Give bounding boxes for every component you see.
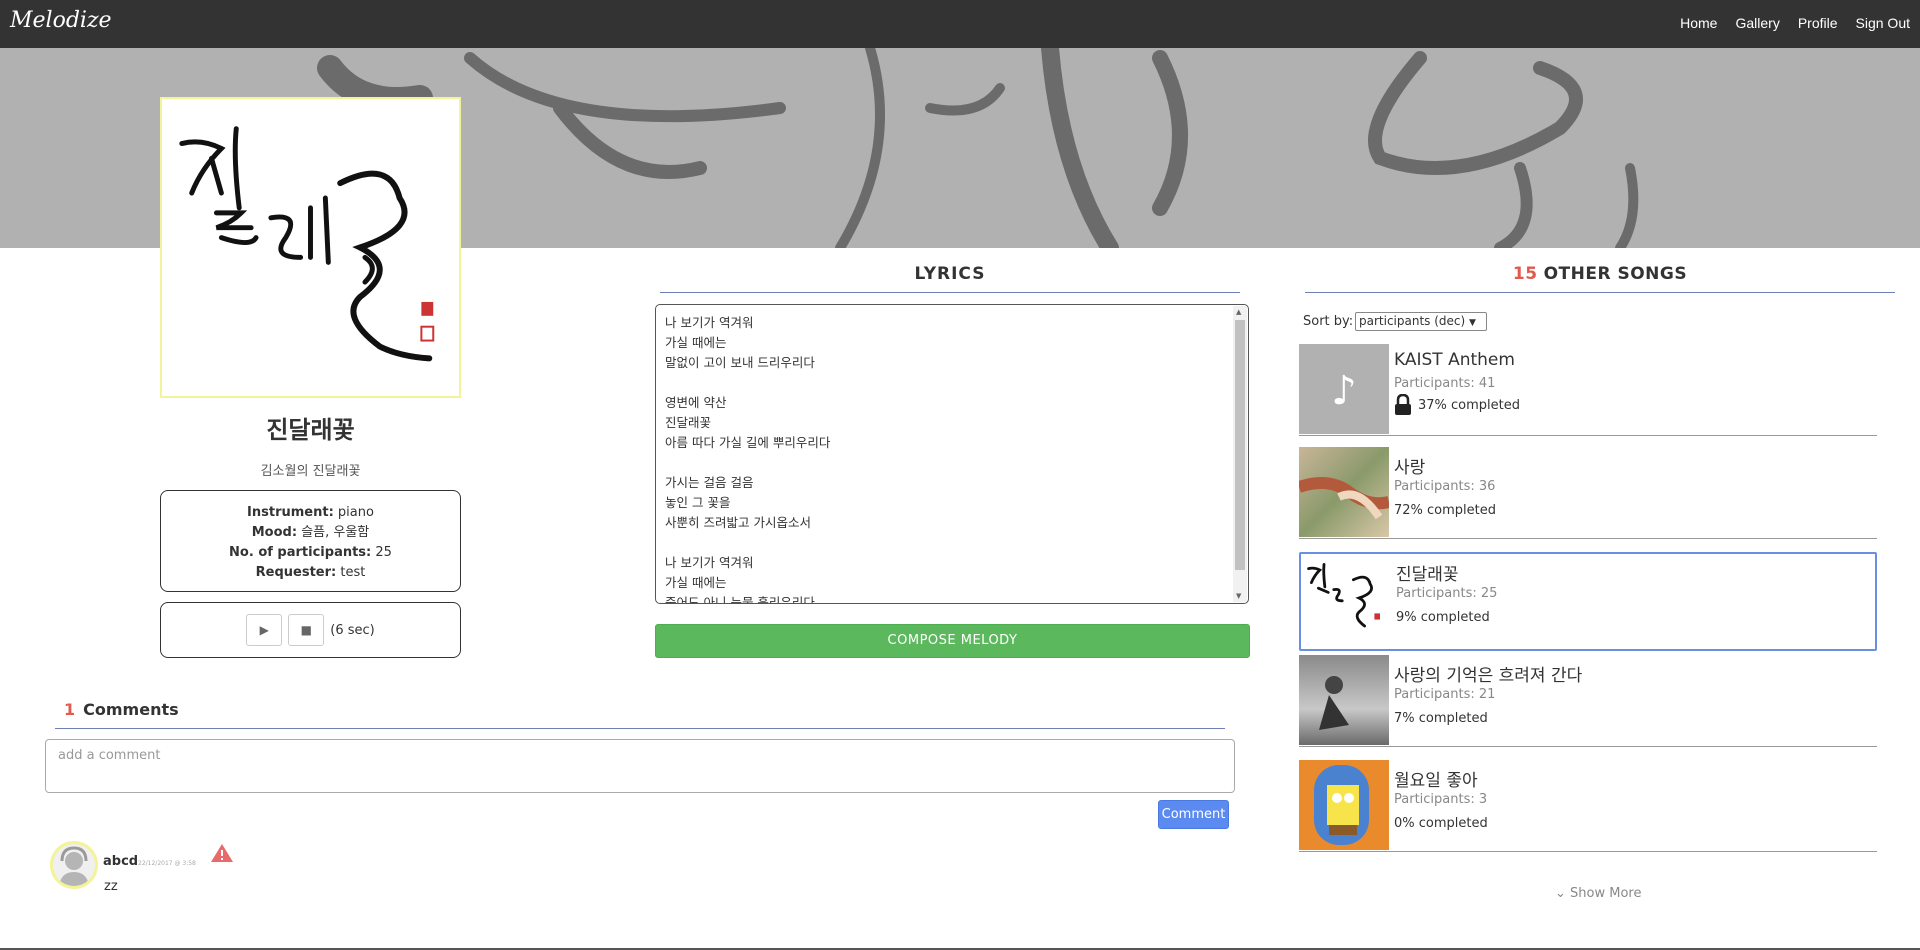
lyrics-scrollbar[interactable]: ▲ ▼ [1233,306,1247,602]
participants-row: No. of participants: 25 [229,545,392,560]
nav-signout-link[interactable]: Sign Out [1856,15,1910,31]
lyrics-heading: LYRICS [914,264,986,284]
lyrics-divider [660,292,1240,293]
compose-melody-button[interactable]: COMPOSE MELODY [655,624,1250,658]
comment-input[interactable]: add a comment [45,739,1235,793]
song-item-participants: Participants: 25 [1396,586,1498,601]
song-item-title: 사랑의 기억은 흐려져 간다 [1394,666,1583,686]
show-more-button[interactable]: ⌄ Show More [1555,886,1641,901]
other-songs-heading: 15 OTHER SONGS [1512,264,1688,284]
lock-icon [1395,394,1411,415]
requester-row: Requester: test [255,565,366,580]
mood-row: Mood: 슬픔, 우울함 [251,525,370,540]
song-item-participants: Participants: 3 [1394,792,1488,807]
song-list-item[interactable]: 월요일 좋아 Participants: 3 0% completed [1299,760,1877,852]
nav-links: Home Gallery Profile Sign Out [1680,15,1910,31]
song-thumbnail [1299,760,1389,850]
brand-logo[interactable]: Melodize [10,8,112,33]
instrument-value: piano [337,505,374,520]
song-title: 진달래꽃 [266,416,355,444]
stop-button[interactable]: ■ [288,614,325,646]
song-item-completed: 37% completed [1418,397,1521,413]
comment-submit-button[interactable]: Comment [1158,800,1229,829]
instrument-row: Instrument: piano [247,505,374,520]
mood-value: 슬픔, 우울함 [301,525,370,540]
song-item-completed: 9% completed [1396,610,1490,625]
song-item-participants: Participants: 36 [1394,479,1496,494]
lyrics-text: 나 보기가 역겨워 가실 때에는 말없이 고이 보내 드리우리다 영변에 약산 … [665,315,831,604]
requester-value: test [340,565,366,580]
song-item-title: 월요일 좋아 [1394,771,1478,791]
song-list-item-active[interactable]: 진달래꽃 Participants: 25 9% completed [1299,552,1877,651]
song-thumbnail [1299,447,1389,537]
song-subtitle: 김소월의 진달래꽃 [260,464,361,479]
comment-date: 22/12/2017 @ 3:58 [138,860,196,867]
comments-heading: 1 Comments [64,700,179,719]
nav-profile-link[interactable]: Profile [1798,15,1838,31]
sort-select[interactable]: participants (dec) ▼ [1355,312,1487,331]
lyrics-textarea[interactable]: 나 보기가 역겨워 가실 때에는 말없이 고이 보내 드리우리다 영변에 약산 … [655,304,1249,604]
song-item-completed: 72% completed [1394,503,1497,518]
participants-value: 25 [375,545,392,560]
song-item-participants: Participants: 41 [1394,376,1496,391]
comments-count: 1 [64,700,76,719]
dropdown-arrow-icon: ▼ [1469,318,1476,328]
report-warning-icon[interactable] [210,843,234,867]
navbar: Melodize Home Gallery Profile Sign Out [0,0,1920,48]
song-item-completed: 0% completed [1394,816,1488,831]
scroll-down-icon[interactable]: ▼ [1236,592,1241,600]
song-list-item[interactable]: 사랑의 기억은 흐려져 간다 Participants: 21 7% compl… [1299,655,1877,747]
song-list-item[interactable]: ♪ KAIST Anthem Participants: 41 37% comp… [1299,344,1877,436]
song-item-participants: Participants: 21 [1394,687,1496,702]
song-item-title: 진달래꽃 [1396,565,1459,585]
chevron-down-icon: ⌄ [1555,886,1566,901]
scroll-up-icon[interactable]: ▲ [1236,308,1241,316]
audio-player: ▶ ■ (6 sec) [160,602,461,658]
svg-text:♪: ♪ [1331,368,1357,414]
song-thumbnail [1303,556,1387,640]
other-songs-divider [1305,292,1895,293]
song-info-box: Instrument: piano Mood: 슬픔, 우울함 No. of p… [160,490,461,592]
sort-label: Sort by: [1303,314,1354,329]
song-thumbnail [1299,655,1389,745]
duration-label: (6 sec) [330,622,375,638]
nav-home-link[interactable]: Home [1680,15,1717,31]
comment-text: zz [104,879,118,894]
locked-status: 37% completed [1394,394,1520,416]
nav-gallery-link[interactable]: Gallery [1735,15,1779,31]
comments-divider [55,728,1225,729]
stop-icon: ■ [300,623,312,637]
comment-username[interactable]: abcd [103,854,138,869]
song-cover-image [160,97,461,398]
song-item-title: 사랑 [1394,458,1426,478]
song-item-title: KAIST Anthem [1394,350,1515,370]
song-list-item[interactable]: 사랑 Participants: 36 72% completed [1299,447,1877,539]
play-icon: ▶ [259,623,269,637]
other-songs-count: 15 [1512,264,1538,284]
scroll-thumb[interactable] [1235,320,1245,570]
music-note-thumbnail: ♪ [1299,344,1389,434]
avatar [50,841,98,889]
song-item-completed: 7% completed [1394,711,1488,726]
play-button[interactable]: ▶ [246,614,283,646]
